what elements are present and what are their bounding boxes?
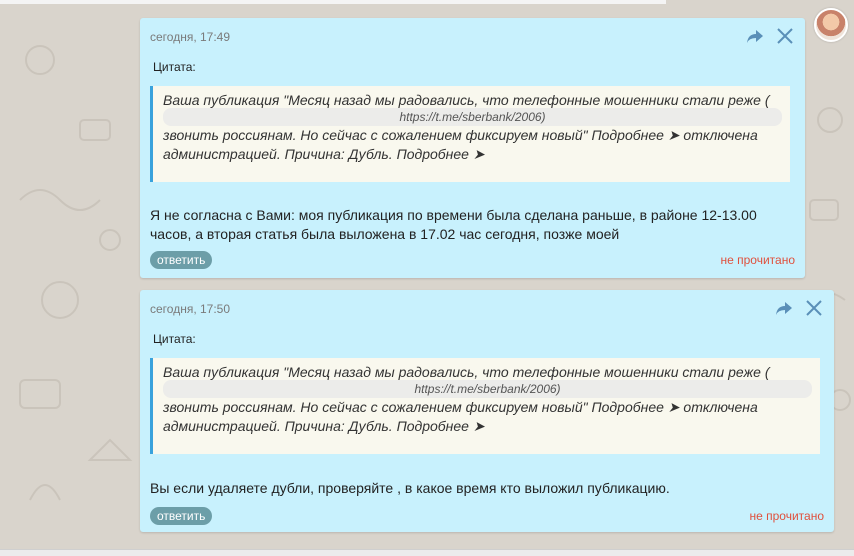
- close-icon[interactable]: [775, 26, 795, 46]
- quote-link[interactable]: https://t.me/sberbank/2006): [163, 108, 782, 126]
- quote-link[interactable]: https://t.me/sberbank/2006): [163, 380, 812, 398]
- message-bubble: сегодня, 17:50 Цитата: Ваша публикация "…: [140, 290, 834, 532]
- quote-text-line: звонить россиянам. Но сейчас с сожаление…: [163, 399, 758, 415]
- quote-text-line: администрацией. Причина: Дубль. Подробне…: [163, 418, 485, 434]
- message-text: Я не согласна с Вами: моя публикация по …: [150, 207, 757, 242]
- user-avatar[interactable]: [814, 8, 848, 42]
- reply-button[interactable]: ответить: [150, 251, 213, 269]
- read-status: не прочитано: [720, 253, 795, 267]
- message-timestamp: сегодня, 17:49: [150, 30, 231, 44]
- close-icon[interactable]: [804, 298, 824, 318]
- quoted-message: Ваша публикация "Месяц назад мы радовали…: [150, 86, 790, 182]
- quote-label: Цитата:: [153, 332, 196, 346]
- message-actions: [745, 26, 795, 46]
- top-edge-strip: [0, 0, 666, 4]
- quote-label: Цитата:: [153, 60, 196, 74]
- quote-text-line: администрацией. Причина: Дубль. Подробне…: [163, 146, 485, 162]
- message-actions: [774, 298, 824, 318]
- quoted-message: Ваша публикация "Месяц назад мы радовали…: [150, 358, 820, 454]
- message-text: Вы если удаляете дубли, проверяйте , в к…: [150, 480, 670, 496]
- reply-button[interactable]: ответить: [150, 507, 213, 525]
- message-bubble: сегодня, 17:49 Цитата: Ваша публикация "…: [140, 18, 805, 278]
- quote-text-line: звонить россиянам. Но сейчас с сожаление…: [163, 127, 758, 143]
- read-status: не прочитано: [749, 509, 824, 523]
- forward-icon[interactable]: [745, 26, 765, 46]
- forward-icon[interactable]: [774, 298, 794, 318]
- bottom-edge-strip: [0, 549, 854, 556]
- message-timestamp: сегодня, 17:50: [150, 302, 231, 316]
